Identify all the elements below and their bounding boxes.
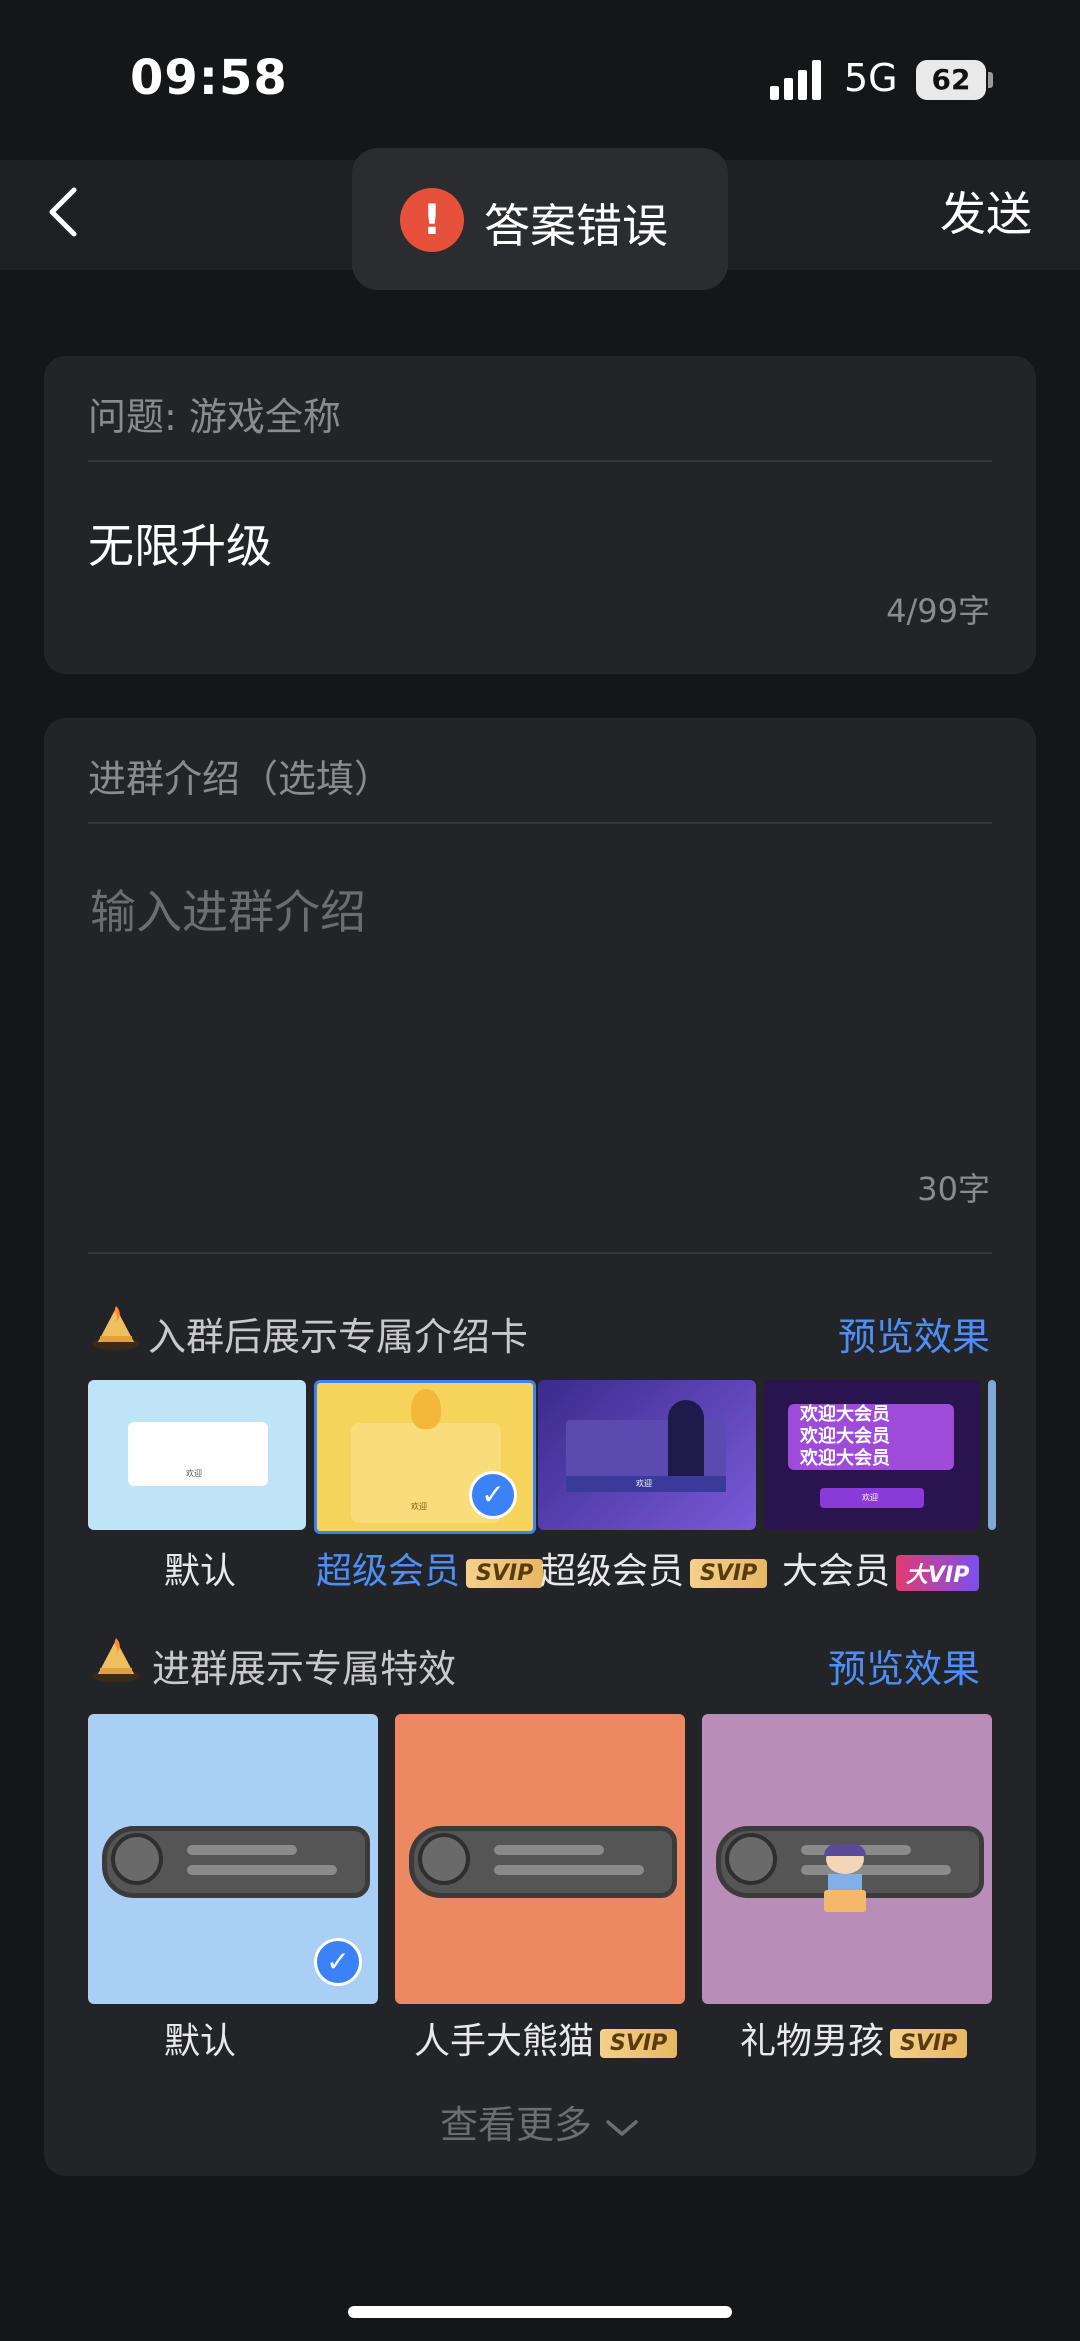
selected-check-icon: ✓ xyxy=(469,1471,517,1519)
crown-icon xyxy=(90,1632,142,1684)
svip-badge: SVIP xyxy=(600,2028,678,2058)
see-more-button[interactable]: 查看更多 xyxy=(0,2094,1080,2149)
selected-check-icon: ✓ xyxy=(314,1938,362,1986)
effect-option-panda[interactable] xyxy=(395,1714,685,2004)
intro-card-option-more[interactable] xyxy=(988,1380,996,1530)
intro-card-option-svip-purple[interactable]: 欢迎 xyxy=(538,1380,756,1530)
intro-card-label: 超级会员 SVIP xyxy=(316,1542,544,1594)
intro-label: 进群介绍（选填） xyxy=(88,757,393,801)
intro-char-count: 30字 xyxy=(917,1170,990,1208)
effect-option-gift-boy[interactable] xyxy=(702,1714,992,2004)
question-label: 问题: 游戏全称 xyxy=(88,395,341,439)
intro-card-label: 大会员 大VIP xyxy=(782,1542,980,1594)
svip-badge: SVIP xyxy=(690,1558,768,1588)
divider xyxy=(88,1252,992,1254)
card-section-title: 入群后展示专属介绍卡 xyxy=(148,1315,529,1359)
big-vip-badge: 大VIP xyxy=(896,1555,980,1591)
chevron-down-icon xyxy=(606,2119,638,2136)
divider xyxy=(88,822,992,824)
toast-message: 答案错误 xyxy=(484,199,668,253)
intro-card-option-svip-gold[interactable]: 欢迎 ✓ xyxy=(314,1380,536,1534)
effect-label: 礼物男孩 SVIP xyxy=(740,2012,968,2064)
answer-char-count: 4/99字 xyxy=(886,592,990,630)
effect-label: 默认 xyxy=(164,2021,237,2062)
back-icon[interactable] xyxy=(38,182,98,242)
intro-card-option-default[interactable]: 欢迎 xyxy=(88,1380,306,1530)
effect-preview-link[interactable]: 预览效果 xyxy=(828,1638,980,1693)
gift-boy-icon xyxy=(820,1844,870,1914)
signal-icon xyxy=(770,60,826,100)
intro-input[interactable] xyxy=(88,874,992,1148)
status-time: 09:58 xyxy=(130,50,288,106)
answer-input[interactable]: 无限升级 xyxy=(88,510,272,576)
network-type: 5G xyxy=(844,56,898,100)
crown-icon xyxy=(90,1300,142,1352)
svip-badge: SVIP xyxy=(466,1558,544,1588)
intro-card-label: 默认 xyxy=(164,1551,237,1592)
effect-label: 人手大熊猫 SVIP xyxy=(414,2012,678,2064)
battery-icon: 62 xyxy=(916,60,986,100)
send-button[interactable]: 发送 xyxy=(940,178,1032,244)
svip-badge: SVIP xyxy=(890,2028,968,2058)
intro-card-option-big-vip[interactable]: 欢迎大会员 欢迎大会员 欢迎大会员 欢迎 xyxy=(764,1380,980,1530)
card-preview-link[interactable]: 预览效果 xyxy=(838,1306,990,1361)
intro-card-label: 超级会员 SVIP xyxy=(540,1542,768,1594)
battery-cap xyxy=(988,72,993,88)
effect-section-title: 进群展示专属特效 xyxy=(152,1647,457,1691)
divider xyxy=(88,460,992,462)
home-indicator[interactable] xyxy=(348,2306,732,2318)
effect-option-default[interactable]: ✓ xyxy=(88,1714,378,2004)
error-icon: ! xyxy=(400,188,464,252)
